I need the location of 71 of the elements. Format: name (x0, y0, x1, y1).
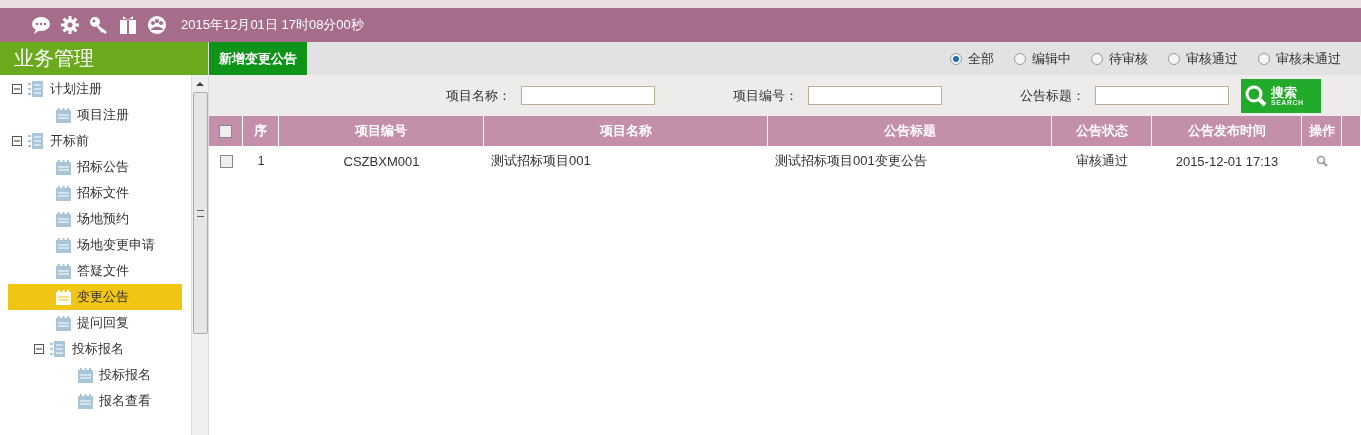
table-cell-text: 1 (256, 153, 266, 170)
column-header: 序 (243, 116, 279, 146)
notepad-icon[interactable] (56, 263, 71, 279)
input-field[interactable] (808, 86, 942, 105)
radio-label[interactable]: 审核通过 (1186, 49, 1238, 68)
notepad-icon[interactable] (56, 159, 71, 175)
checkbox[interactable] (219, 154, 233, 168)
radio-button[interactable] (1091, 52, 1103, 65)
checkbox[interactable] (219, 124, 232, 138)
column-header: 公告标题 (768, 116, 1052, 146)
search-icon[interactable] (1245, 84, 1267, 107)
table-cell-text: 测试招标项目001变更公告 (774, 152, 928, 170)
table-cell-text: 审核通过 (1075, 152, 1129, 170)
radio-label[interactable]: 全部 (968, 49, 994, 68)
radio-label[interactable]: 待审核 (1109, 49, 1148, 68)
field-label: 项目名称： (446, 86, 511, 105)
table-cell-text: 测试招标项目001 (490, 152, 592, 170)
tree-item[interactable]: 场地预约 (8, 206, 182, 232)
tree-item[interactable]: 场地变更申请 (8, 232, 182, 258)
notepad-icon[interactable] (56, 211, 71, 227)
radio-button[interactable] (1258, 52, 1270, 65)
tree-item[interactable]: 招标文件 (8, 180, 182, 206)
list-icon[interactable] (50, 340, 66, 358)
notepad-icon[interactable] (56, 237, 71, 253)
collapse-icon[interactable] (12, 136, 22, 146)
notepad-icon[interactable] (56, 289, 71, 305)
column-header: 项目编号 (279, 116, 484, 146)
column-header: 公告状态 (1052, 116, 1152, 146)
tree-item[interactable]: 开标前 (8, 128, 182, 154)
notepad-icon[interactable] (78, 393, 93, 409)
tree-item[interactable]: 计划注册 (8, 76, 182, 102)
column-header: 公告发布时间 (1152, 116, 1302, 146)
notepad-icon[interactable] (56, 107, 71, 123)
notepad-icon[interactable] (78, 367, 93, 383)
tree-item[interactable]: 变更公告 (8, 284, 182, 310)
tree-item[interactable]: 报名查看 (8, 388, 182, 414)
field-label: 公告标题： (1020, 86, 1085, 105)
notepad-icon[interactable] (56, 185, 71, 201)
radio-button[interactable] (1168, 52, 1180, 65)
table-cell-text: 2015-12-01 17:13 (1174, 152, 1280, 171)
notepad-icon[interactable] (56, 315, 71, 331)
tree-item[interactable]: 投标报名 (8, 336, 182, 362)
collapse-icon[interactable] (34, 344, 44, 354)
tree-item[interactable]: 招标公告 (8, 154, 182, 180)
tab[interactable]: 新增变更公告 (209, 42, 307, 75)
tree-item[interactable]: 项目注册 (8, 102, 182, 128)
group-icon[interactable] (147, 15, 167, 35)
collapse-icon[interactable] (12, 84, 22, 94)
date-time: 2015年12月01日 17时08分00秒 (181, 16, 364, 34)
radio-label[interactable]: 审核未通过 (1276, 49, 1341, 68)
field-label: 项目编号： (733, 86, 798, 105)
radio-button[interactable] (1014, 52, 1026, 65)
chat-icon[interactable] (31, 16, 51, 34)
input-field[interactable] (521, 86, 655, 105)
radio-button[interactable] (950, 52, 962, 65)
scrollbar[interactable] (191, 75, 208, 435)
table-cell-text: CSZBXM001 (342, 152, 421, 171)
tree-item[interactable]: 投标报名 (8, 362, 182, 388)
list-icon[interactable] (28, 132, 44, 150)
sidebar-title: 业务管理 (0, 42, 208, 75)
radio-label[interactable]: 编辑中 (1032, 49, 1071, 68)
key-icon[interactable] (89, 16, 109, 34)
column-header: 项目名称 (484, 116, 768, 146)
column-header: 操作 (1302, 116, 1342, 146)
tree-item[interactable]: 提问回复 (8, 310, 182, 336)
gift-icon[interactable] (119, 16, 137, 34)
tree-item[interactable]: 答疑文件 (8, 258, 182, 284)
search-icon[interactable] (1316, 155, 1328, 167)
settings-icon[interactable] (61, 16, 79, 34)
list-icon[interactable] (28, 80, 44, 98)
input-field[interactable] (1095, 86, 1229, 105)
